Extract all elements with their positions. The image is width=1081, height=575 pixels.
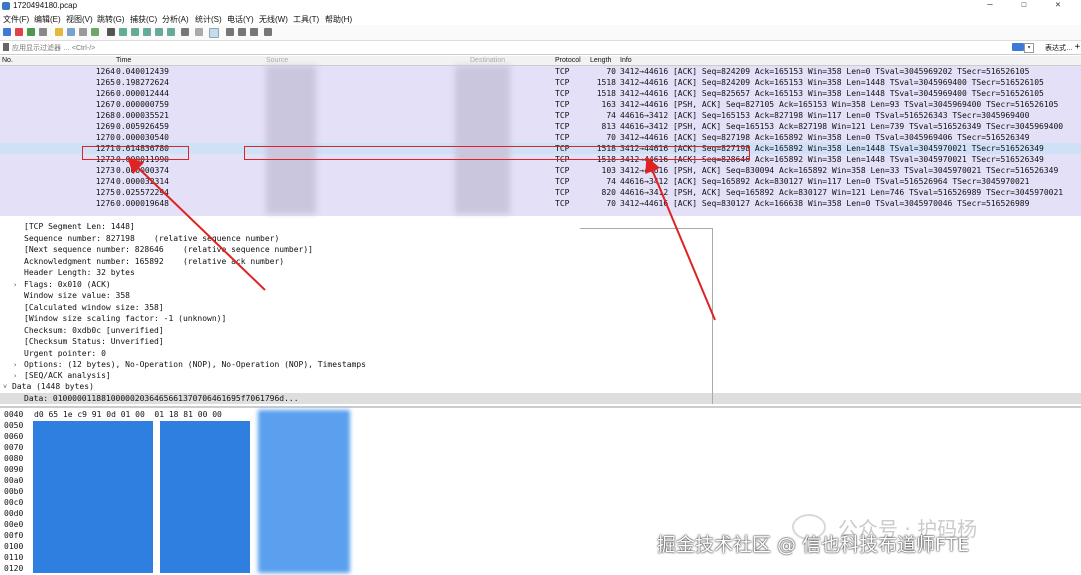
arrow-to-time (127, 157, 266, 291)
annotation-arrows (127, 156, 716, 321)
watermark-line2: 掘金技术社区 @ 信也科技布道师FTE (657, 534, 970, 556)
arrow-to-seq (645, 156, 716, 321)
